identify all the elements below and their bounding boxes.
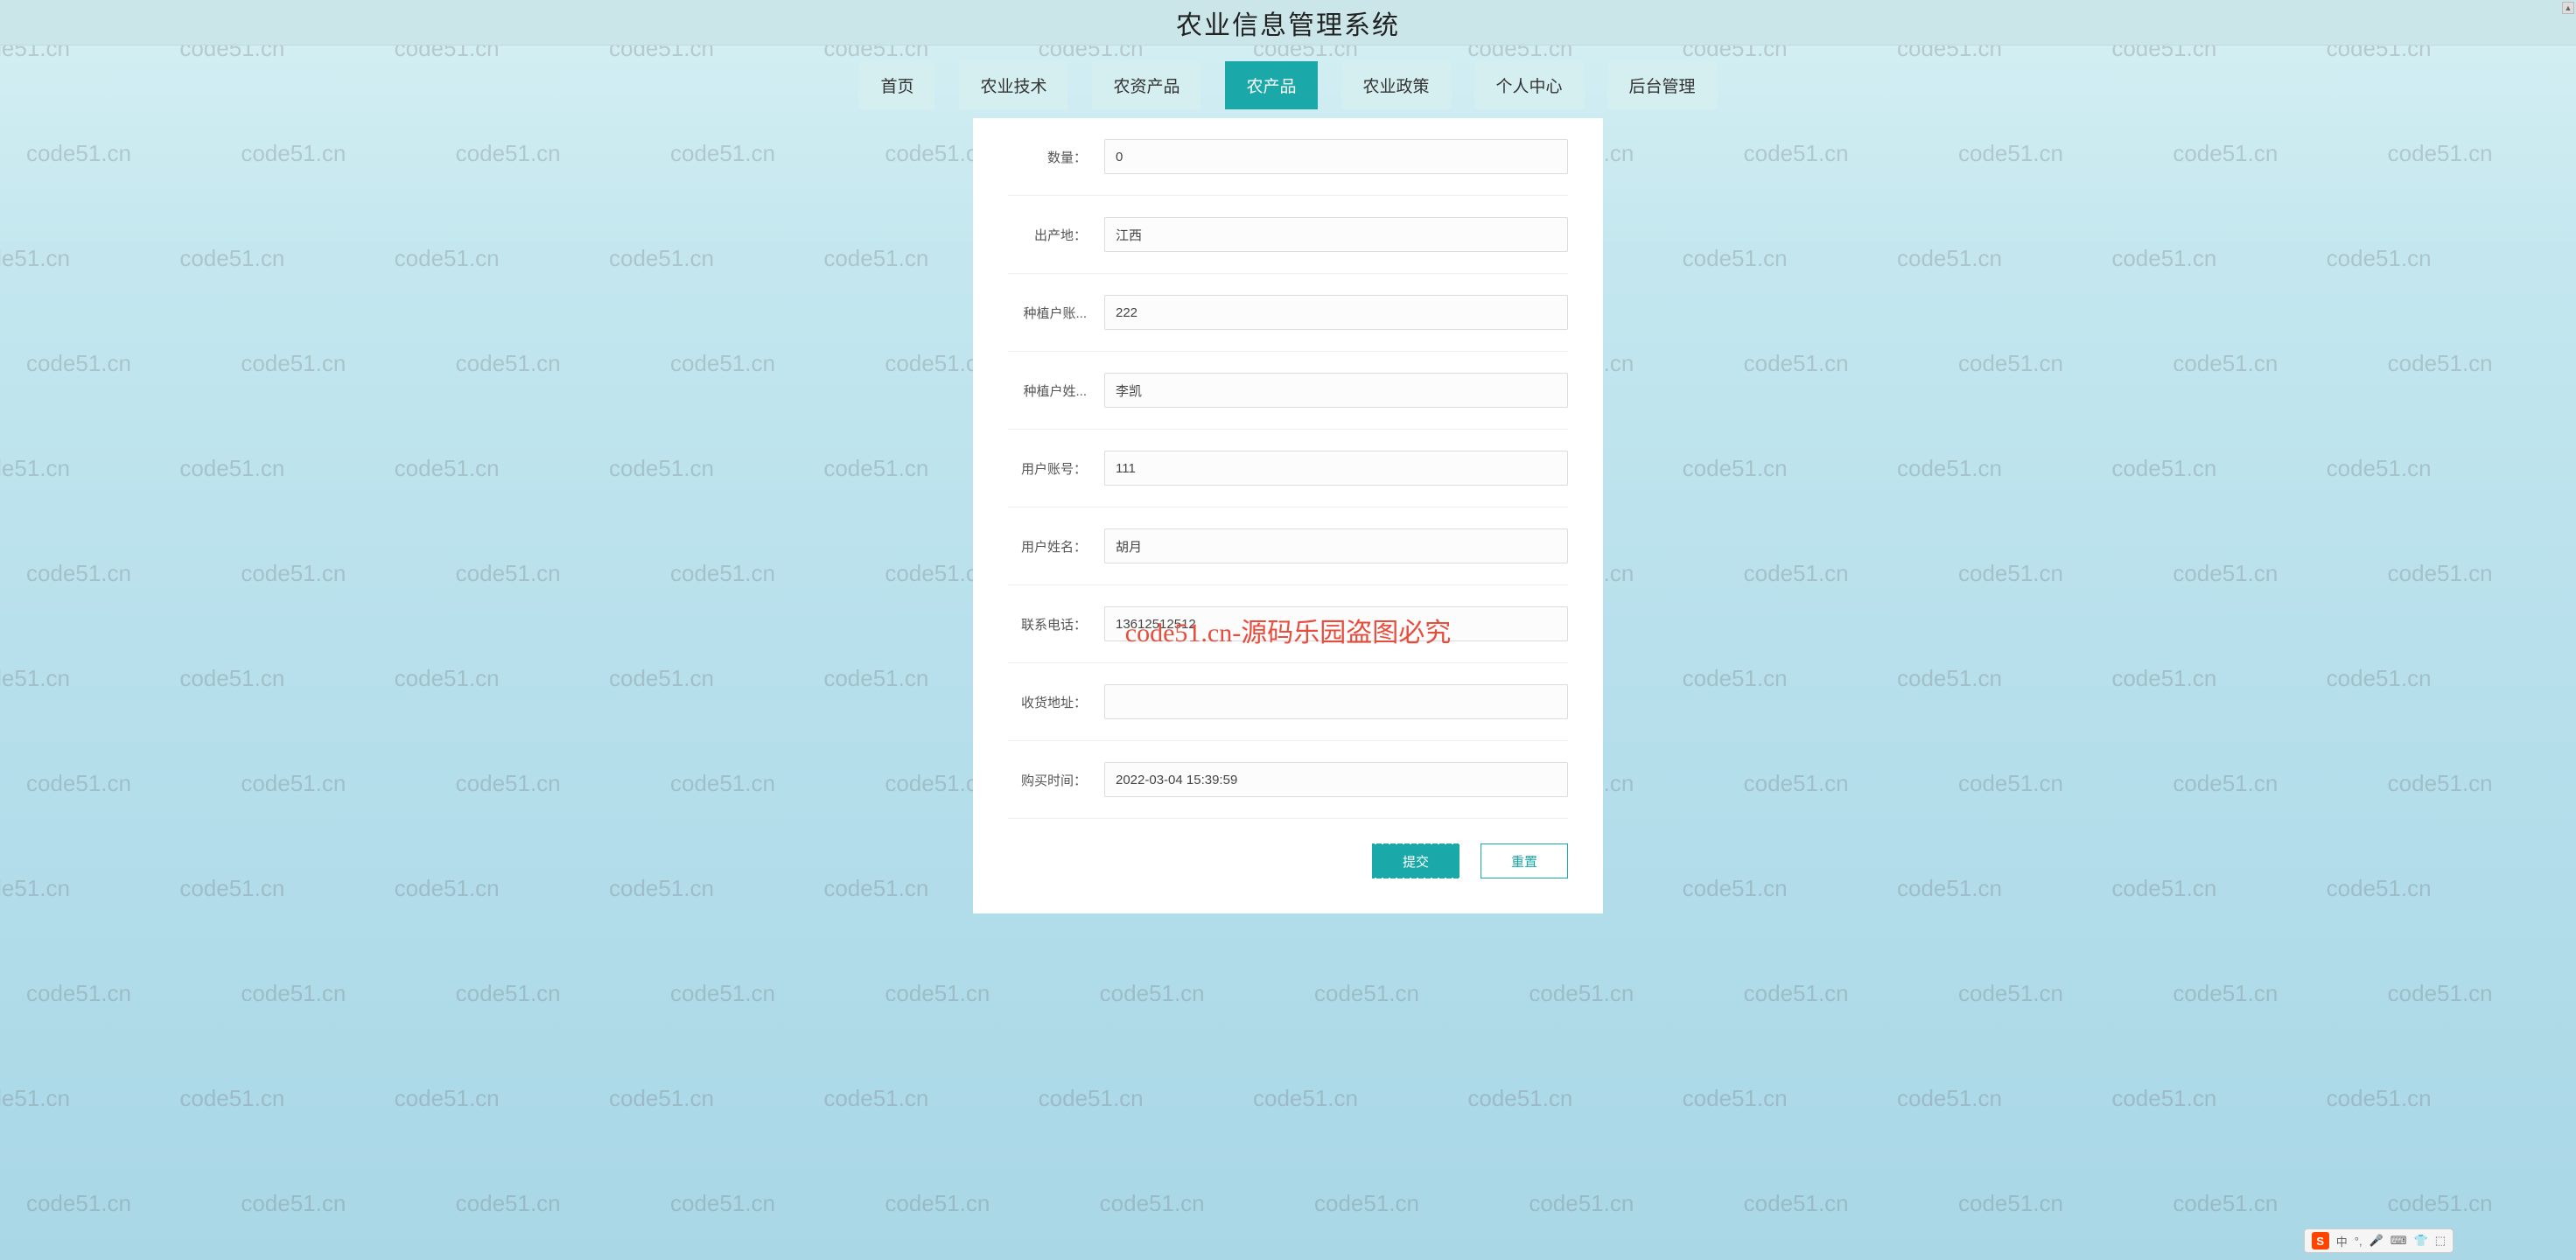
nav-agri-product[interactable]: 农产品 [1225, 61, 1317, 109]
nav-admin[interactable]: 后台管理 [1608, 61, 1717, 109]
nav-agri-supply[interactable]: 农资产品 [1092, 61, 1200, 109]
label-grower-name: 种植户姓... [1008, 382, 1087, 400]
ime-logo-icon: S [2312, 1232, 2329, 1250]
input-origin[interactable] [1104, 217, 1568, 252]
ime-punct-icon[interactable]: °, [2355, 1235, 2362, 1248]
field-phone: 联系电话： [1008, 585, 1568, 663]
input-grower-name[interactable] [1104, 373, 1568, 408]
field-user-name: 用户姓名： [1008, 508, 1568, 585]
field-origin: 出产地： [1008, 196, 1568, 274]
ime-keyboard-icon[interactable]: ⌨ [2390, 1234, 2407, 1248]
ime-skin-icon[interactable]: 👕 [2414, 1234, 2428, 1248]
product-form: 数量： 出产地： 种植户账... 种植户姓... 用户账号： 用户姓名： 联系电… [973, 118, 1603, 914]
ime-toolbox-icon[interactable]: ⬚ [2435, 1234, 2446, 1248]
input-quantity[interactable] [1104, 139, 1568, 174]
label-phone: 联系电话： [1008, 615, 1087, 634]
app-title: 农业信息管理系统 [1176, 4, 1400, 42]
label-purchase-time: 购买时间： [1008, 771, 1087, 789]
ime-mic-icon[interactable]: 🎤 [2370, 1234, 2384, 1248]
label-address: 收货地址： [1008, 693, 1087, 711]
nav-home[interactable]: 首页 [859, 61, 934, 109]
label-user-name: 用户姓名： [1008, 537, 1087, 556]
nav-agri-tech[interactable]: 农业技术 [959, 61, 1068, 109]
input-user-name[interactable] [1104, 528, 1568, 564]
field-purchase-time: 购买时间： [1008, 741, 1568, 819]
input-phone[interactable] [1104, 606, 1568, 641]
input-grower-account[interactable] [1104, 295, 1568, 330]
scrollbar-up-arrow[interactable]: ▲ [2562, 2, 2574, 14]
app-header: 农业信息管理系统 [0, 0, 2576, 46]
field-address: 收货地址： [1008, 663, 1568, 741]
ime-toolbar[interactable]: S 中 °, 🎤 ⌨ 👕 ⬚ [2304, 1228, 2454, 1253]
input-purchase-time[interactable] [1104, 762, 1568, 797]
label-origin: 出产地： [1008, 226, 1087, 244]
main-nav: 首页 农业技术 农资产品 农产品 农业政策 个人中心 后台管理 [0, 46, 2576, 118]
ime-lang[interactable]: 中 [2336, 1233, 2348, 1250]
field-grower-name: 种植户姓... [1008, 352, 1568, 430]
submit-button[interactable]: 提交 [1372, 844, 1460, 878]
field-grower-account: 种植户账... [1008, 274, 1568, 352]
reset-button[interactable]: 重置 [1480, 844, 1568, 878]
label-user-account: 用户账号： [1008, 459, 1087, 478]
nav-user-center[interactable]: 个人中心 [1475, 61, 1584, 109]
form-actions: 提交 重置 [1008, 819, 1568, 878]
input-user-account[interactable] [1104, 451, 1568, 486]
field-user-account: 用户账号： [1008, 430, 1568, 508]
label-grower-account: 种植户账... [1008, 304, 1087, 322]
nav-agri-policy[interactable]: 农业政策 [1342, 61, 1451, 109]
input-address[interactable] [1104, 684, 1568, 719]
field-quantity: 数量： [1008, 118, 1568, 196]
label-quantity: 数量： [1008, 148, 1087, 166]
